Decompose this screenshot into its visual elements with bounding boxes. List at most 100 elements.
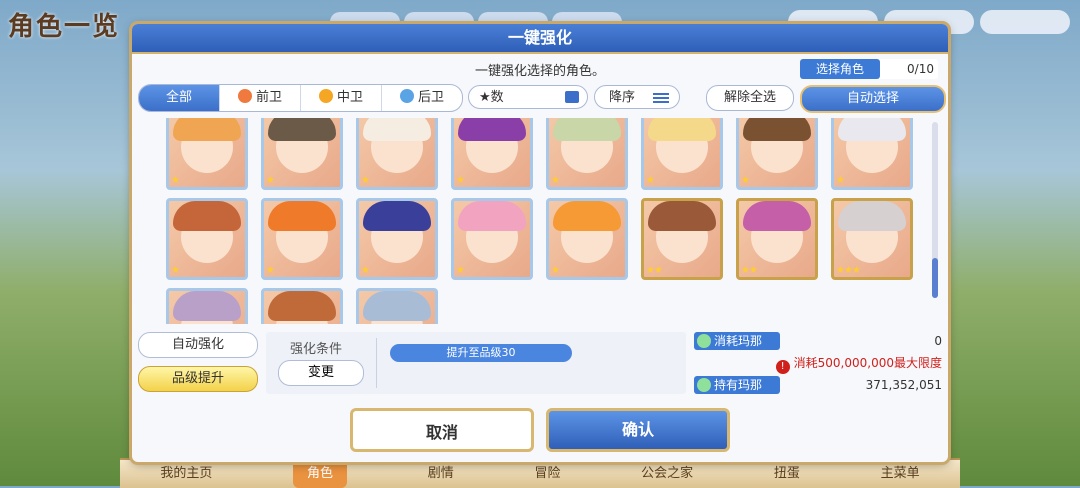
character-hair	[363, 118, 431, 141]
nav-character: 角色	[293, 460, 348, 488]
character-card[interactable]: ★	[641, 118, 723, 190]
character-hair	[173, 201, 241, 231]
character-hair	[743, 118, 811, 141]
enhance-dialog: 一键强化 一键强化选择的角色。 选择角色 0/10 全部 前卫 中卫 后卫 ★数…	[132, 24, 948, 462]
character-card[interactable]: ★	[451, 118, 533, 190]
character-card[interactable]: ★	[261, 118, 343, 190]
character-stars: ★	[551, 265, 560, 276]
dialog-title: 一键强化	[132, 24, 948, 54]
bottom-panel: 自动强化 品级提升 强化条件 变更 提升至品级30 消耗玛那 0 ! 消耗500,…	[132, 328, 948, 398]
sort-icon	[653, 93, 669, 103]
character-hair	[173, 118, 241, 141]
confirm-button[interactable]: 确认	[546, 408, 730, 452]
nav-home: 我的主页	[160, 466, 213, 481]
sort-label: 降序	[609, 90, 636, 105]
condition-divider	[376, 338, 377, 388]
character-hair	[743, 201, 811, 231]
character-stars: ★	[361, 265, 370, 276]
character-card[interactable]	[261, 288, 343, 324]
front-icon	[237, 89, 252, 103]
selection-count: 0/10	[907, 62, 934, 76]
character-card[interactable]: ★	[451, 198, 533, 280]
mana-panel: 消耗玛那 0 ! 消耗500,000,000最大限度 持有玛那 371,352,0…	[694, 332, 942, 398]
character-hair	[458, 118, 526, 141]
sort-button[interactable]: 降序	[594, 85, 680, 109]
character-grid: ★ ★ ★ ★ ★ ★ ★ ★ ★ ★ ★ ★ ★ ★★ ★★ ★★★	[138, 118, 938, 324]
character-card[interactable]	[166, 288, 248, 324]
character-card[interactable]: ★	[546, 198, 628, 280]
grid-scrollbar[interactable]	[932, 122, 938, 298]
character-stars: ★	[266, 265, 275, 276]
background-button	[980, 10, 1070, 34]
change-condition-button[interactable]: 变更	[278, 360, 364, 386]
cancel-button[interactable]: 取消	[350, 408, 534, 452]
character-hair	[268, 118, 336, 141]
mana-own-label: 持有玛那	[694, 376, 780, 394]
character-card[interactable]: ★★	[641, 198, 723, 280]
character-card[interactable]: ★★★	[831, 198, 913, 280]
filter-back-label: 后卫	[417, 90, 444, 105]
character-stars: ★★	[741, 265, 758, 276]
mana-cost-value: 0	[934, 334, 942, 348]
warning-icon: !	[775, 360, 790, 374]
character-hair	[363, 291, 431, 321]
character-card[interactable]	[356, 288, 438, 324]
character-hair	[458, 201, 526, 231]
star-filter-button[interactable]: ★数	[468, 85, 588, 109]
character-card[interactable]: ★	[261, 198, 343, 280]
character-hair	[838, 118, 906, 141]
character-hair	[553, 201, 621, 231]
filter-middle[interactable]: 中卫	[301, 85, 382, 111]
filter-all[interactable]: 全部	[139, 85, 220, 111]
mana-own-row: 持有玛那 371,352,051	[694, 376, 942, 394]
character-hair	[363, 201, 431, 231]
enhance-condition-panel: 强化条件 变更 提升至品级30	[266, 332, 686, 394]
character-card[interactable]: ★	[736, 118, 818, 190]
character-stars: ★	[836, 175, 845, 186]
nav-story: 剧情	[427, 466, 454, 481]
position-filter: 全部 前卫 中卫 后卫	[138, 84, 463, 112]
filter-back[interactable]: 后卫	[382, 85, 462, 111]
auto-enhance-button[interactable]: 自动强化	[138, 332, 258, 358]
character-stars: ★	[171, 265, 180, 276]
star-filter-label: ★数	[479, 90, 504, 105]
character-card[interactable]: ★	[356, 118, 438, 190]
character-card[interactable]: ★	[356, 198, 438, 280]
nav-gacha: 扭蛋	[773, 466, 800, 481]
nav-guild: 公会之家	[641, 466, 694, 481]
condition-tag: 提升至品级30	[390, 344, 572, 362]
character-card[interactable]: ★	[166, 198, 248, 280]
character-hair	[268, 291, 336, 321]
character-card[interactable]: ★	[831, 118, 913, 190]
bottom-nav: 我的主页 角色 剧情 冒险 公会之家 扭蛋 主菜单	[120, 458, 960, 488]
nav-menu: 主菜单	[880, 466, 920, 481]
rank-up-button[interactable]: 品级提升	[138, 366, 258, 392]
background-title: 角色一览	[8, 12, 121, 42]
grid-scroll-thumb[interactable]	[932, 258, 938, 298]
character-hair	[648, 201, 716, 231]
character-stars: ★	[361, 175, 370, 186]
character-hair	[838, 201, 906, 231]
character-hair	[648, 118, 716, 141]
mana-warning-text: 消耗500,000,000最大限度	[793, 356, 942, 370]
character-hair	[553, 118, 621, 141]
auto-select-button[interactable]: 自动选择	[800, 85, 946, 113]
selection-counter: 选择角色 0/10	[800, 59, 938, 79]
nav-adventure: 冒险	[534, 466, 561, 481]
filter-front[interactable]: 前卫	[220, 85, 301, 111]
selection-label: 选择角色	[800, 59, 880, 79]
condition-label: 强化条件	[290, 342, 343, 357]
filter-front-label: 前卫	[255, 90, 282, 105]
character-stars: ★★★	[836, 265, 861, 276]
character-stars: ★	[456, 265, 465, 276]
character-stars: ★★	[646, 265, 663, 276]
character-card[interactable]: ★	[166, 118, 248, 190]
character-card[interactable]: ★★	[736, 198, 818, 280]
character-card[interactable]: ★	[546, 118, 628, 190]
clear-all-button[interactable]: 解除全选	[706, 85, 794, 111]
mana-own-text: 持有玛那	[714, 378, 763, 392]
mana-cost-text: 消耗玛那	[714, 334, 763, 348]
character-stars: ★	[456, 175, 465, 186]
character-stars: ★	[266, 175, 275, 186]
mana-cost-row: 消耗玛那 0	[694, 332, 942, 350]
